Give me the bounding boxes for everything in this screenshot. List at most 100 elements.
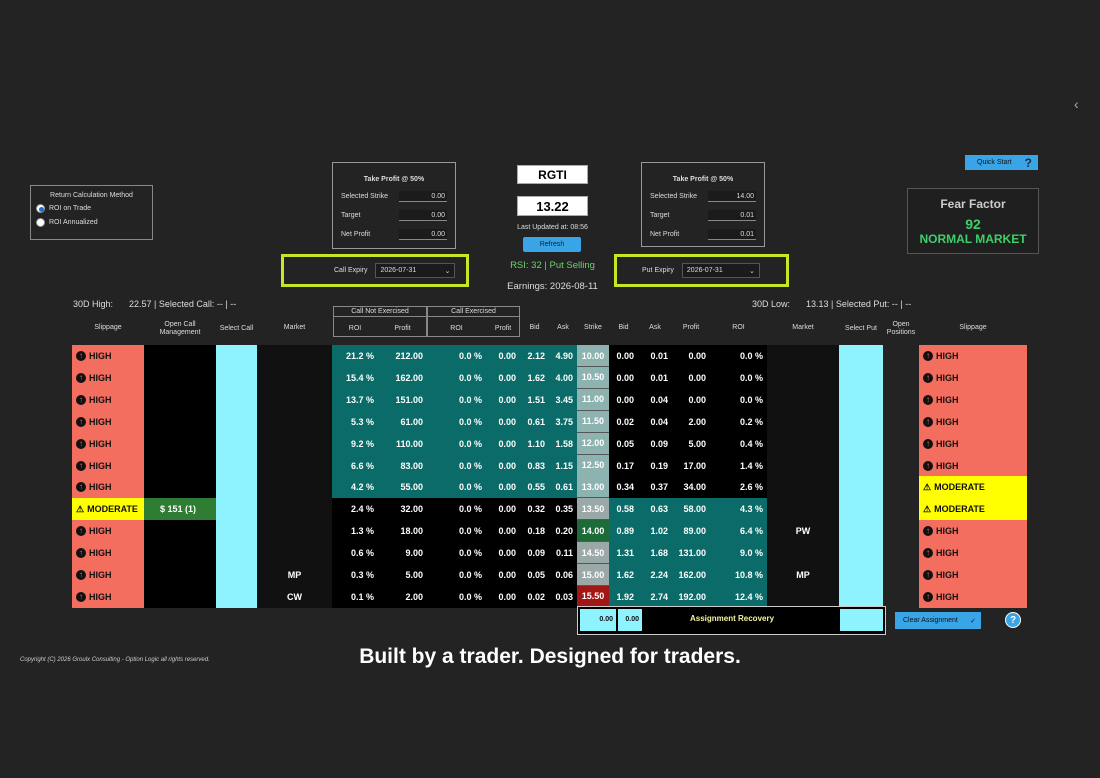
low-info: 30D Low: 13.13 | Selected Put: -- | -- (752, 299, 927, 309)
warning-icon: ⚠ (923, 503, 932, 514)
selected-strike-field[interactable]: 14.00 (708, 191, 756, 202)
put-pprofit-cell: 58.00 (672, 498, 710, 521)
put-pask-cell: 0.37 (638, 476, 672, 499)
arrow-up-icon: ↑ (923, 372, 933, 383)
call-ce-roi-cell: 0.0 % (427, 388, 486, 411)
slippage-label: HIGH (936, 548, 959, 559)
warning-icon: ⚠ (923, 481, 932, 492)
chevron-down-icon: ⌄ (444, 267, 451, 275)
question-icon: ? (1024, 155, 1032, 170)
call-cne-profit-cell: 32.00 (378, 498, 427, 521)
put-proi-cell: 10.8 % (710, 564, 767, 587)
ticker-input[interactable]: RGTI (517, 165, 588, 184)
call-cne-roi-cell: 0.1 % (332, 585, 378, 608)
radio-selected-icon[interactable] (36, 204, 45, 213)
strike-cell: 13.50 (577, 498, 609, 521)
call-ce-roi-cell: 0.0 % (427, 542, 486, 565)
assignment-put-select[interactable] (840, 609, 883, 631)
call-expiry-select[interactable]: 2026-07-31 ⌄ (375, 263, 456, 278)
call-ce-roi-cell: 0.0 % (427, 432, 486, 455)
put-slippage-cell: ↑ HIGH (919, 366, 1027, 389)
put-pbid-cell: 1.62 (609, 564, 638, 587)
call-cask-cell: 0.06 (549, 564, 577, 587)
strike-cell: 13.00 (577, 476, 609, 499)
earnings-date: Earnings: 2026-08-11 (507, 281, 598, 292)
rsi-indicator: RSI: 32 | Put Selling (510, 260, 595, 271)
arrow-up-icon: ↑ (76, 460, 86, 471)
call-expiry-value: 2026-07-31 (380, 267, 417, 274)
target-field[interactable]: 0.00 (399, 210, 447, 221)
assignment-recovery-label: Assignment Recovery (690, 614, 775, 623)
call-ce-profit-cell: 0.00 (486, 542, 520, 565)
put-pask-cell: 1.68 (638, 542, 672, 565)
call-slippage-cell: ↑ HIGH (72, 454, 144, 477)
selected-strike-label: Selected Strike (341, 193, 389, 200)
arrow-up-icon: ↑ (923, 351, 933, 362)
slippage-label: HIGH (936, 394, 959, 405)
help-icon[interactable]: ? (1005, 612, 1021, 628)
slippage-label: HIGH (936, 460, 959, 471)
arrow-up-icon: ↑ (923, 416, 933, 427)
strike-cell: 12.00 (577, 432, 609, 455)
strike-cell: 14.50 (577, 542, 609, 565)
open-call-management-cell (144, 542, 216, 565)
roi-on-trade-option[interactable]: ROI on Trade (36, 204, 152, 213)
put-proi-cell: 4.3 % (710, 498, 767, 521)
arrow-up-icon: ↑ (923, 438, 933, 449)
open-call-management-cell (144, 476, 216, 499)
selected-strike-field[interactable]: 0.00 (399, 191, 447, 202)
call-slippage-cell: ↑ HIGH (72, 520, 144, 543)
roi-annualized-option[interactable]: ROI Annualized (36, 218, 152, 227)
call-slippage-cell: ↑ HIGH (72, 542, 144, 565)
put-expiry-select[interactable]: 2026-07-31 ⌄ (681, 263, 760, 278)
put-proi-cell: 6.4 % (710, 520, 767, 543)
net-profit-field[interactable]: 0.00 (399, 229, 447, 240)
call-cbid-cell: 0.61 (520, 410, 549, 433)
header-bid: Bid (529, 324, 540, 331)
target-field[interactable]: 0.01 (708, 210, 756, 221)
radio-icon[interactable] (36, 218, 45, 227)
call-ce-profit-cell: 0.00 (486, 366, 520, 389)
header-open-positions: Open Positions (886, 321, 916, 336)
slippage-label: MODERATE (934, 482, 985, 493)
select-put-column[interactable] (839, 345, 883, 608)
call-ce-roi-cell: 0.0 % (427, 410, 486, 433)
put-slippage-cell: ↑ HIGH (919, 454, 1027, 477)
call-cbid-cell: 0.18 (520, 520, 549, 543)
open-call-management-cell[interactable]: $ 151 (1) (144, 498, 216, 521)
fear-factor-panel: Fear Factor 92 NORMAL MARKET (907, 188, 1039, 254)
call-ce-profit-cell: 0.00 (486, 454, 520, 477)
call-ce-roi-cell: 0.0 % (427, 454, 486, 477)
call-cbid-cell: 0.83 (520, 454, 549, 477)
call-cbid-cell: 0.09 (520, 542, 549, 565)
put-proi-cell: 2.6 % (710, 476, 767, 499)
assignment-value-1: 0.00 (580, 609, 616, 631)
arrow-up-icon: ↑ (76, 351, 86, 362)
call-ce-profit-cell: 0.00 (486, 498, 520, 521)
arrow-up-icon: ↑ (76, 372, 86, 383)
call-ce-profit-cell: 0.00 (486, 388, 520, 411)
refresh-button[interactable]: Refresh (523, 237, 581, 252)
net-profit-field[interactable]: 0.01 (708, 229, 756, 240)
option-label: ROI Annualized (49, 219, 98, 226)
call-cne-roi-cell: 9.2 % (332, 432, 378, 455)
slippage-label: HIGH (89, 570, 112, 581)
call-cne-roi-cell: 4.2 % (332, 476, 378, 499)
quick-start-button[interactable]: Quick Start? (965, 155, 1038, 170)
select-call-column[interactable] (216, 345, 257, 608)
put-pprofit-cell: 192.00 (672, 585, 710, 608)
call-ce-roi-cell: 0.0 % (427, 520, 486, 543)
clear-assignment-button[interactable]: Clear Assignment ✓ (895, 612, 981, 629)
call-cne-profit-cell: 162.00 (378, 366, 427, 389)
put-pbid-cell: 1.31 (609, 542, 638, 565)
header-ask: Ask (557, 324, 569, 331)
put-pprofit-cell: 0.00 (672, 345, 710, 368)
call-cask-cell: 3.45 (549, 388, 577, 411)
put-slippage-cell: ⚠ MODERATE (919, 476, 1027, 499)
header-select-call: Select Call (219, 325, 254, 332)
call-cask-cell: 0.61 (549, 476, 577, 499)
back-chevron-icon[interactable]: ‹ (1074, 96, 1079, 112)
put-market-cell: MP (796, 570, 810, 581)
put-expiry-value: 2026-07-31 (686, 267, 723, 274)
call-cne-roi-cell: 6.6 % (332, 454, 378, 477)
